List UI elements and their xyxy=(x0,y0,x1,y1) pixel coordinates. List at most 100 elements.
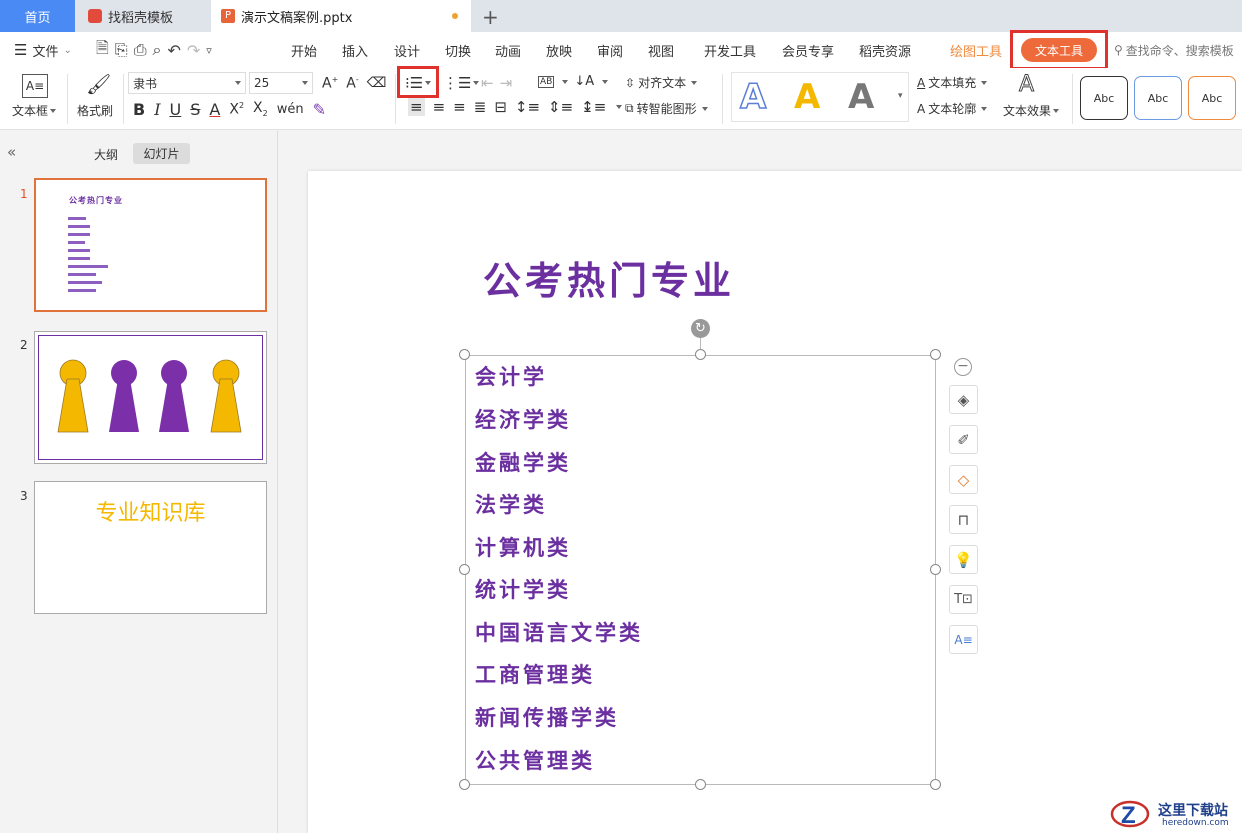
tab-templates[interactable]: 找稻壳模板 xyxy=(78,0,208,32)
font-size-select[interactable]: 25 xyxy=(249,72,313,94)
wordart-outline-style[interactable]: A xyxy=(739,76,767,118)
superscript-icon[interactable]: X2 xyxy=(229,101,244,118)
list-item[interactable]: 会计学 xyxy=(475,361,547,391)
slide-thumbnail-2[interactable] xyxy=(34,331,267,464)
menu-item-animation[interactable]: 动画 xyxy=(495,32,521,68)
spacing-menu-icon[interactable]: ↨≡ xyxy=(581,98,606,116)
list-item[interactable]: 统计学类 xyxy=(475,574,571,604)
justify-icon[interactable]: ≣ xyxy=(474,98,487,116)
format-painter-icon[interactable]: 🖌 xyxy=(86,72,111,96)
file-menu[interactable]: ☰ 文件 ⌄ xyxy=(14,32,72,68)
list-item[interactable]: 工商管理类 xyxy=(475,659,595,689)
slide-thumbnail-3[interactable]: 专业知识库 xyxy=(34,481,267,614)
customize-icon[interactable]: ▿ xyxy=(206,44,212,57)
shape-style-blue[interactable]: Abc xyxy=(1134,76,1182,120)
save-icon[interactable]: 🗎 xyxy=(96,37,109,64)
tab-outline[interactable]: 大纲 xyxy=(94,146,118,163)
shape-style-dark[interactable]: Abc xyxy=(1080,76,1128,120)
tab-slides[interactable]: 幻灯片 xyxy=(133,143,190,164)
text-outline-button[interactable]: A 文本轮廓 xyxy=(917,100,988,117)
align-center-icon[interactable]: ≡ xyxy=(433,98,446,116)
italic-icon[interactable]: I xyxy=(154,100,160,119)
wordart-gray-style[interactable]: A xyxy=(848,77,874,117)
list-item[interactable]: 计算机类 xyxy=(475,532,571,562)
menu-item-transition[interactable]: 切换 xyxy=(445,32,471,68)
align-text-button[interactable]: ⇳ 对齐文本 xyxy=(625,74,698,91)
align-right-icon[interactable]: ≡ xyxy=(453,98,466,116)
subscript-icon[interactable]: X2 xyxy=(253,100,268,118)
align-left-icon[interactable]: ≡ xyxy=(408,98,425,116)
text-direction-icon[interactable]: AB xyxy=(538,75,555,88)
list-item[interactable]: 经济学类 xyxy=(475,404,571,434)
fill-color-icon[interactable]: ◇ xyxy=(949,465,978,494)
undo-icon[interactable]: ↶ xyxy=(167,41,180,60)
resize-handle-ne[interactable] xyxy=(930,349,941,360)
line-spacing-icon[interactable]: ↕≡ xyxy=(515,98,540,116)
menu-item-insert[interactable]: 插入 xyxy=(342,32,368,68)
textbox-button[interactable]: 文本框 xyxy=(12,102,57,119)
list-item[interactable]: 中国语言文学类 xyxy=(475,617,643,647)
rotate-handle-icon[interactable]: ↻ xyxy=(691,319,710,338)
font-color-icon[interactable]: A xyxy=(209,100,220,119)
brush-style-icon[interactable]: ✐ xyxy=(949,425,978,454)
text-effect-icon[interactable]: A xyxy=(1018,72,1034,98)
menu-item-review[interactable]: 审阅 xyxy=(597,32,623,68)
tab-home[interactable]: 首页 xyxy=(0,0,75,32)
print-icon[interactable]: ⎙ xyxy=(134,40,147,60)
menu-item-drawing-tools[interactable]: 绘图工具 xyxy=(950,32,1002,68)
resize-handle-sw[interactable] xyxy=(459,779,470,790)
slide-thumbnail-1[interactable]: 公考热门专业 xyxy=(34,178,267,312)
decrease-indent-icon[interactable]: ⇤ xyxy=(481,74,494,92)
distribute-icon[interactable]: ⊟ xyxy=(494,98,507,116)
slide-title[interactable]: 公考热门专业 xyxy=(483,250,735,305)
menu-item-member[interactable]: 会员专享 xyxy=(782,32,834,68)
menu-item-slideshow[interactable]: 放映 xyxy=(546,32,572,68)
text-format-icon[interactable]: A≡ xyxy=(949,625,978,654)
search-box[interactable]: ⚲ 查找命令、搜索模板 xyxy=(1114,32,1234,68)
menu-item-start[interactable]: 开始 xyxy=(291,32,317,68)
tab-document[interactable]: P 演示文稿案例.pptx xyxy=(211,0,471,32)
collapse-panel-icon[interactable]: « xyxy=(7,143,16,161)
strikethrough-icon[interactable]: S xyxy=(190,100,200,119)
gallery-more-icon[interactable]: ▾ xyxy=(898,91,903,101)
idea-bulb-icon[interactable]: 💡 xyxy=(949,545,978,574)
menu-item-docer[interactable]: 稻壳资源 xyxy=(859,32,911,68)
menu-item-view[interactable]: 视图 xyxy=(648,32,674,68)
bold-icon[interactable]: B xyxy=(133,100,145,119)
phonetic-icon[interactable]: wén xyxy=(277,102,304,117)
text-fill-button[interactable]: A 文本填充 xyxy=(917,74,988,91)
list-item[interactable]: 金融学类 xyxy=(475,447,571,477)
shape-style-orange[interactable]: Abc xyxy=(1188,76,1236,120)
new-tab-button[interactable]: + xyxy=(482,5,499,29)
redo-icon[interactable]: ↷ xyxy=(187,41,200,60)
layers-icon[interactable]: ◈ xyxy=(949,385,978,414)
underline-icon[interactable]: U xyxy=(170,100,182,119)
shrink-font-icon[interactable]: A- xyxy=(346,75,358,92)
resize-handle-n[interactable] xyxy=(695,349,706,360)
collapse-tools-icon[interactable]: − xyxy=(954,358,972,376)
list-item[interactable]: 法学类 xyxy=(475,489,547,519)
format-painter-button[interactable]: 格式刷 xyxy=(77,102,113,119)
increase-indent-icon[interactable]: ⇥ xyxy=(500,74,513,92)
list-item[interactable]: 公共管理类 xyxy=(475,745,595,775)
line-direction-icon[interactable]: ↓A xyxy=(574,74,594,89)
resize-handle-se[interactable] xyxy=(930,779,941,790)
resize-handle-s[interactable] xyxy=(695,779,706,790)
wordart-gold-style[interactable]: A xyxy=(794,77,820,117)
menu-item-developer[interactable]: 开发工具 xyxy=(704,32,756,68)
highlight-color-icon[interactable]: ✎ xyxy=(313,100,326,119)
smart-shape-button[interactable]: ⧉ 转智能图形 xyxy=(625,100,708,117)
text-layout-icon[interactable]: T⊡ xyxy=(949,585,978,614)
list-item[interactable]: 新闻传播学类 xyxy=(475,702,619,732)
numbered-list-button[interactable]: ⋮☰ xyxy=(443,74,480,92)
paragraph-spacing-icon[interactable]: ⇕≡ xyxy=(548,98,573,116)
grow-font-icon[interactable]: A+ xyxy=(322,75,338,92)
resize-handle-e[interactable] xyxy=(930,564,941,575)
resize-handle-nw[interactable] xyxy=(459,349,470,360)
font-name-select[interactable]: 隶书 xyxy=(128,72,246,94)
menu-item-design[interactable]: 设计 xyxy=(394,32,420,68)
outline-icon[interactable]: ⊓ xyxy=(949,505,978,534)
text-effect-button[interactable]: 文本效果 xyxy=(1003,102,1060,119)
textbox-icon[interactable]: A≡ xyxy=(22,74,48,98)
export-icon[interactable]: ⎘ xyxy=(115,40,128,60)
